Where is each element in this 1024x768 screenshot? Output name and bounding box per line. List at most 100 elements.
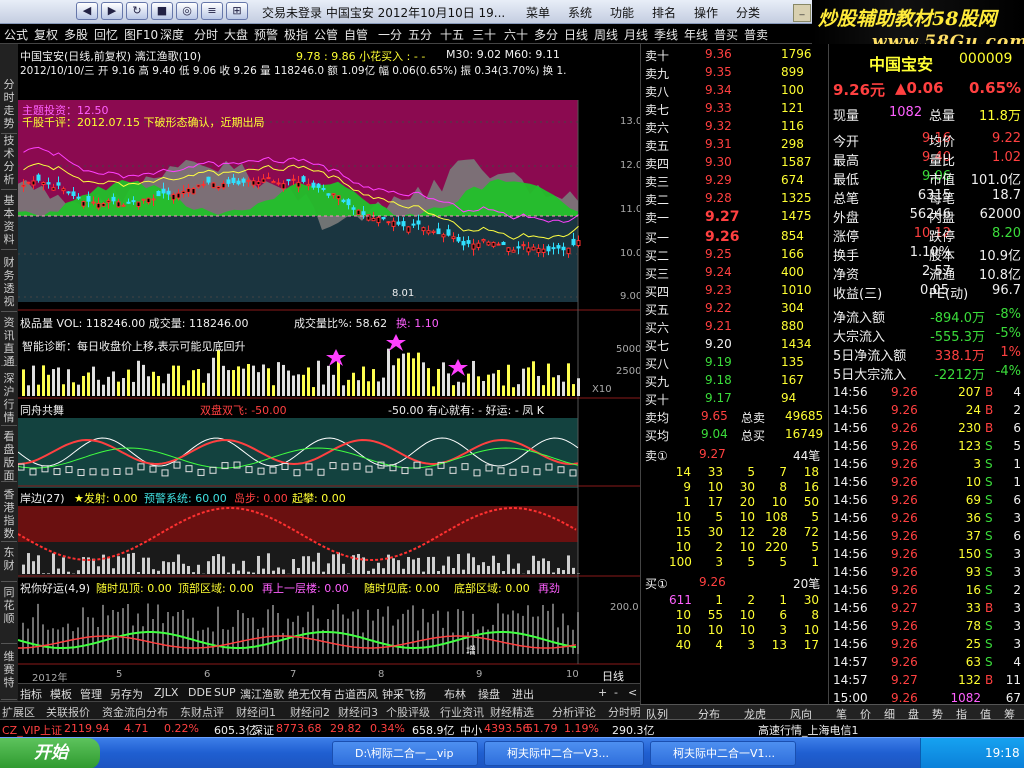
- sell-level-row[interactable]: 卖四 9.30 1587: [641, 154, 829, 172]
- grid-icon[interactable]: ⊞: [226, 2, 248, 20]
- indicator-tab[interactable]: -: [614, 686, 618, 699]
- tick-row[interactable]: 14:56 9.26 150 S 3: [829, 546, 1024, 564]
- indicator-tab[interactable]: ZJLX: [154, 686, 178, 699]
- extension-tab[interactable]: 行业资讯: [440, 704, 484, 720]
- refresh-icon[interactable]: ↻: [126, 2, 148, 20]
- buy-level-row[interactable]: 买八 9.19 135: [641, 354, 829, 372]
- left-tab[interactable]: 维赛特: [1, 650, 17, 700]
- menu-rank[interactable]: 排名: [652, 4, 676, 21]
- extension-tab[interactable]: 财经问1: [236, 704, 276, 720]
- tick-row[interactable]: 14:56 9.26 3 S 1: [829, 456, 1024, 474]
- tick-row[interactable]: 14:56 9.26 25 S 3: [829, 636, 1024, 654]
- forward-icon[interactable]: ▶: [101, 2, 123, 20]
- menu-operate[interactable]: 操作: [694, 4, 718, 21]
- toolbar-item[interactable]: 预警: [254, 26, 278, 43]
- list-icon[interactable]: ≡: [201, 2, 223, 20]
- buy-level-row[interactable]: 买一 9.26 854: [641, 228, 829, 246]
- extension-tab[interactable]: 财经问2: [290, 704, 330, 720]
- taskbar-window-2[interactable]: 柯夫际中二合一V3...: [484, 741, 644, 766]
- tick-row[interactable]: 14:57 9.27 132 B 11: [829, 672, 1024, 690]
- menu-function[interactable]: 功能: [610, 4, 634, 21]
- buy-level-row[interactable]: 买六 9.21 880: [641, 318, 829, 336]
- indicator-tab[interactable]: 操盘: [478, 686, 500, 702]
- sell-level-row[interactable]: 卖一 9.27 1475: [641, 208, 829, 226]
- left-tab[interactable]: 同花顺: [1, 586, 17, 644]
- toolbar-item[interactable]: 月线: [624, 26, 648, 43]
- extension-tab[interactable]: 关联报价: [46, 704, 90, 720]
- toolbar-item[interactable]: 复权: [34, 26, 58, 43]
- toolbar-item[interactable]: 周线: [594, 26, 618, 43]
- toolbar-item[interactable]: 多股: [64, 26, 88, 43]
- indicator-tab[interactable]: 进出: [512, 686, 534, 702]
- back-icon[interactable]: ◀: [76, 2, 98, 20]
- toolbar-item[interactable]: 公式: [4, 26, 28, 43]
- buy-level-row[interactable]: 买七 9.20 1434: [641, 336, 829, 354]
- toolbar-item[interactable]: 年线: [684, 26, 708, 43]
- tick-row[interactable]: 14:56 9.26 123 S 5: [829, 438, 1024, 456]
- left-tab[interactable]: 分时走势: [1, 78, 17, 134]
- toolbar-item[interactable]: 大盘: [224, 26, 248, 43]
- indicator-tab[interactable]: DDE: [188, 686, 212, 699]
- tick-row[interactable]: 14:56 9.26 207 B 4: [829, 384, 1024, 402]
- sell-level-row[interactable]: 卖六 9.32 116: [641, 118, 829, 136]
- indicator-tab[interactable]: 布林: [444, 686, 466, 702]
- toolbar-item[interactable]: 三十: [472, 26, 496, 43]
- sell-level-row[interactable]: 卖九 9.35 899: [641, 64, 829, 82]
- target-icon[interactable]: ◎: [176, 2, 198, 20]
- extension-tab[interactable]: 财经精选: [490, 704, 534, 720]
- tick-row[interactable]: 14:56 9.26 24 B 2: [829, 402, 1024, 420]
- left-tab[interactable]: 资讯直通: [1, 316, 17, 368]
- left-tab[interactable]: 技术分析: [1, 134, 17, 190]
- stop-icon[interactable]: ■: [151, 2, 173, 20]
- indicator-tab[interactable]: 绝无仅有: [288, 686, 332, 702]
- toolbar-item[interactable]: 分时: [194, 26, 218, 43]
- toolbar-item[interactable]: 深度: [160, 26, 184, 43]
- extension-tab[interactable]: 扩展区: [2, 704, 35, 720]
- toolbar-item[interactable]: 回忆: [94, 26, 118, 43]
- tick-row[interactable]: 14:56 9.26 230 B 6: [829, 420, 1024, 438]
- buy-level-row[interactable]: 买十 9.17 94: [641, 390, 829, 408]
- tick-row[interactable]: 14:56 9.26 78 S 3: [829, 618, 1024, 636]
- sell-level-row[interactable]: 卖八 9.34 100: [641, 82, 829, 100]
- toolbar-item[interactable]: 一分: [378, 26, 402, 43]
- buy-level-row[interactable]: 买四 9.23 1010: [641, 282, 829, 300]
- left-tab[interactable]: 基本资料: [1, 194, 17, 250]
- toolbar-item[interactable]: 季线: [654, 26, 678, 43]
- start-button[interactable]: 开始: [0, 738, 100, 768]
- toolbar-item[interactable]: 自管: [344, 26, 368, 43]
- chart-area[interactable]: 中国宝安(日线,前复权) 漓江渔歌(10) 9.78 : 9.86 小花买入 :…: [18, 44, 649, 684]
- toolbar-item[interactable]: 六十: [504, 26, 528, 43]
- tick-row[interactable]: 14:56 9.26 37 S 6: [829, 528, 1024, 546]
- minimize-icon[interactable]: _: [793, 4, 811, 22]
- indicator-tab[interactable]: 钟采飞扬: [382, 686, 426, 702]
- tick-row[interactable]: 14:56 9.26 93 S 3: [829, 564, 1024, 582]
- extension-tab[interactable]: 分析评论: [552, 704, 596, 720]
- menu-category[interactable]: 分类: [736, 4, 760, 21]
- tick-row[interactable]: 14:56 9.26 36 S 3: [829, 510, 1024, 528]
- sell-level-row[interactable]: 卖五 9.31 298: [641, 136, 829, 154]
- tick-row[interactable]: 14:56 9.26 69 S 6: [829, 492, 1024, 510]
- left-tab[interactable]: 财务透视: [1, 256, 17, 312]
- toolbar-item[interactable]: 图F10: [124, 26, 158, 43]
- indicator-tab[interactable]: 指标: [20, 686, 42, 702]
- toolbar-item[interactable]: 十五: [440, 26, 464, 43]
- toolbar-item[interactable]: 日线: [564, 26, 588, 43]
- toolbar-item[interactable]: 多分: [534, 26, 558, 43]
- extension-tab[interactable]: 财经问3: [338, 704, 378, 720]
- tick-row[interactable]: 14:56 9.26 16 S 2: [829, 582, 1024, 600]
- sell-level-row[interactable]: 卖三 9.29 674: [641, 172, 829, 190]
- indicator-tab[interactable]: 另存为: [110, 686, 143, 702]
- menu-main[interactable]: 菜单: [526, 4, 550, 21]
- left-tab[interactable]: 深沪行情: [1, 372, 17, 426]
- taskbar-window-1[interactable]: D:\柯际二合一__vip: [332, 741, 478, 766]
- extension-tab[interactable]: 资金流向分布: [102, 704, 168, 720]
- menu-system[interactable]: 系统: [568, 4, 592, 21]
- indicator-tab[interactable]: 古道西风: [334, 686, 378, 702]
- tick-row[interactable]: 14:56 9.26 10 S 1: [829, 474, 1024, 492]
- extension-tab[interactable]: 东财点评: [180, 704, 224, 720]
- indicator-tab[interactable]: <: [628, 686, 637, 699]
- sell-level-row[interactable]: 卖十 9.36 1796: [641, 46, 829, 64]
- toolbar-item[interactable]: 普买: [714, 26, 738, 43]
- tick-row[interactable]: 14:56 9.27 33 B 3: [829, 600, 1024, 618]
- indicator-tab[interactable]: +: [598, 686, 607, 699]
